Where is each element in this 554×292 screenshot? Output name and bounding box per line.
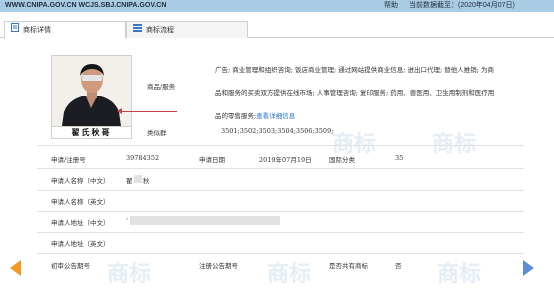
tab-trademark-process[interactable]: 商标流程 — [126, 21, 248, 38]
applicant-cn-tail: 秋 — [143, 177, 150, 185]
portrait-photo — [52, 56, 131, 126]
goods-services-text: 广告; 商业管理和组织咨询; 饭店商业管理; 通过网站提供商业信息; 进出口代理… — [215, 59, 497, 128]
help-link[interactable]: 帮助 — [384, 0, 398, 12]
next-arrow-icon[interactable] — [523, 260, 534, 276]
shared-mark-label: 是否共有商标 — [329, 262, 368, 270]
watermark: 商标 — [437, 261, 482, 287]
address-cn-label: 申请人地址（中文） — [51, 219, 110, 227]
apply-date-value: 2019年07月19日 — [259, 156, 312, 164]
reg-no-label: 申请/注册号 — [51, 156, 86, 164]
watermark: 商标 — [107, 261, 152, 287]
redacted-address — [130, 216, 280, 225]
class-value: 35 — [395, 154, 404, 162]
list-icon — [133, 22, 142, 38]
view-details-link[interactable]: 查看详细信息 — [256, 112, 295, 120]
prev-arrow-icon[interactable] — [10, 260, 21, 276]
arrow-head-icon — [117, 108, 122, 114]
similar-group-value: 3501;3502;3503;3504;3506;3509; — [221, 127, 334, 135]
tab-label: 商标详情 — [23, 26, 51, 34]
reg-pub-label: 注册公告期号 — [199, 262, 238, 270]
reg-no-value: 39784352 — [126, 154, 160, 162]
divider — [37, 190, 524, 191]
divider — [37, 145, 524, 146]
address-cn-value: ‘ — [126, 217, 129, 225]
site-urls: WWW.CNIPA.GOV.CN WCJS.SBJ.CNIPA.GOV.CN — [5, 2, 167, 9]
top-header-bar: WWW.CNIPA.GOV.CN WCJS.SBJ.CNIPA.GOV.CN 帮… — [0, 0, 554, 12]
tab-bar: 商标详情 商标流程 — [0, 18, 554, 39]
class-label: 国际分类 — [329, 156, 355, 164]
apply-date-label: 申请日期 — [199, 156, 225, 164]
trademark-image: 翟氏秋哥 — [51, 55, 132, 139]
prelim-pub-label: 初审公告期号 — [51, 262, 90, 270]
divider — [37, 232, 524, 233]
applicant-cn-value: 翟 — [126, 177, 133, 185]
details-panel: 商标 商标 商标 商标 商标 翟氏秋哥 商品/服务 广告; 商业管理和组织咨询;… — [37, 41, 524, 292]
watermark: 商标 — [432, 131, 477, 157]
goods-services-label: 商品/服务 — [147, 83, 176, 91]
address-en-label: 申请人地址（英文） — [51, 240, 110, 248]
similar-group-label: 类似群 — [147, 129, 167, 137]
shared-mark-value: 否 — [395, 262, 402, 270]
tab-label: 商标流程 — [146, 26, 174, 34]
divider — [37, 168, 524, 169]
applicant-en-label: 申请人名称（英文） — [51, 198, 110, 206]
trademark-text: 翟氏秋哥 — [71, 127, 112, 137]
applicant-cn-label: 申请人名称（中文） — [51, 177, 110, 185]
divider — [37, 211, 524, 212]
divider — [37, 253, 524, 254]
data-date: 当前数据截至：(2020年04月07日) — [409, 2, 515, 9]
watermark: 商标 — [267, 261, 312, 287]
annotation-arrow — [120, 111, 177, 112]
redacted-text — [134, 175, 142, 183]
document-icon — [11, 22, 19, 38]
tab-trademark-details[interactable]: 商标详情 — [4, 21, 126, 39]
